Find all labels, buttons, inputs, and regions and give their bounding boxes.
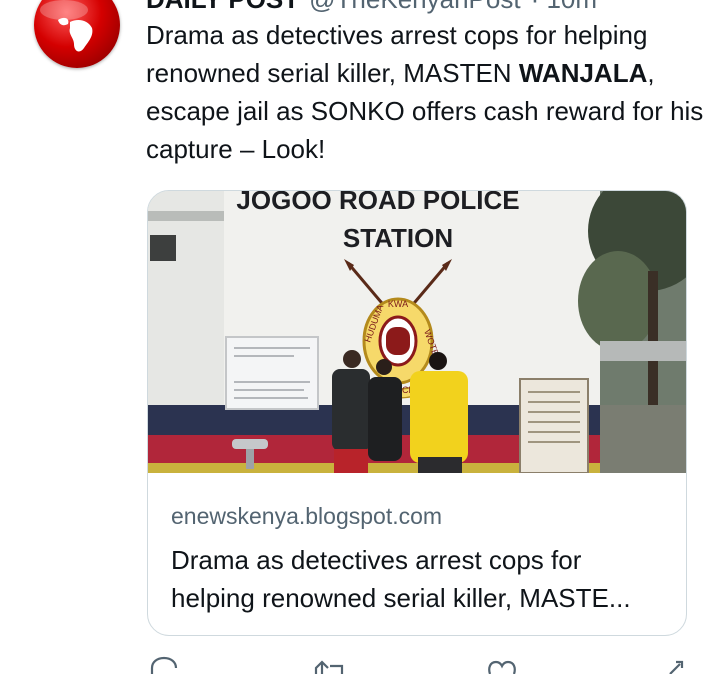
- link-preview-card[interactable]: JOGOO ROAD POLICE STATION HUDUMA KWA WOT…: [147, 190, 687, 636]
- police-station-photo[interactable]: JOGOO ROAD POLICE STATION HUDUMA KWA WOT…: [148, 191, 687, 473]
- wall-sink: [232, 439, 268, 449]
- station-sign-line1: JOGOO ROAD POLICE: [236, 191, 519, 215]
- retweet-icon[interactable]: [312, 656, 348, 674]
- card-title[interactable]: Drama as detectives arrest cops for help…: [171, 541, 671, 617]
- reply-icon[interactable]: [148, 656, 180, 674]
- tweet-time[interactable]: · 10m: [531, 0, 597, 14]
- tweet-text: Drama as detectives arrest cops for help…: [146, 16, 706, 168]
- account-name[interactable]: DAILY POST: [146, 0, 299, 14]
- tweet-header: DAILY POST @TheKenyanPost · 10m: [146, 0, 597, 15]
- like-icon[interactable]: [486, 656, 518, 674]
- account-handle[interactable]: @TheKenyanPost: [309, 0, 520, 14]
- profile-avatar[interactable]: [34, 0, 120, 68]
- emblem-text-top: KWA: [388, 299, 408, 309]
- station-sign-line2: STATION: [343, 223, 453, 253]
- card-domain[interactable]: enewskenya.blogspot.com: [171, 503, 442, 530]
- tweet-actions: [0, 656, 719, 674]
- share-icon[interactable]: [666, 656, 690, 674]
- notice-board-right: [519, 378, 589, 473]
- globe-avatar-icon: [40, 0, 93, 52]
- tweet-text-bold: WANJALA: [518, 58, 648, 88]
